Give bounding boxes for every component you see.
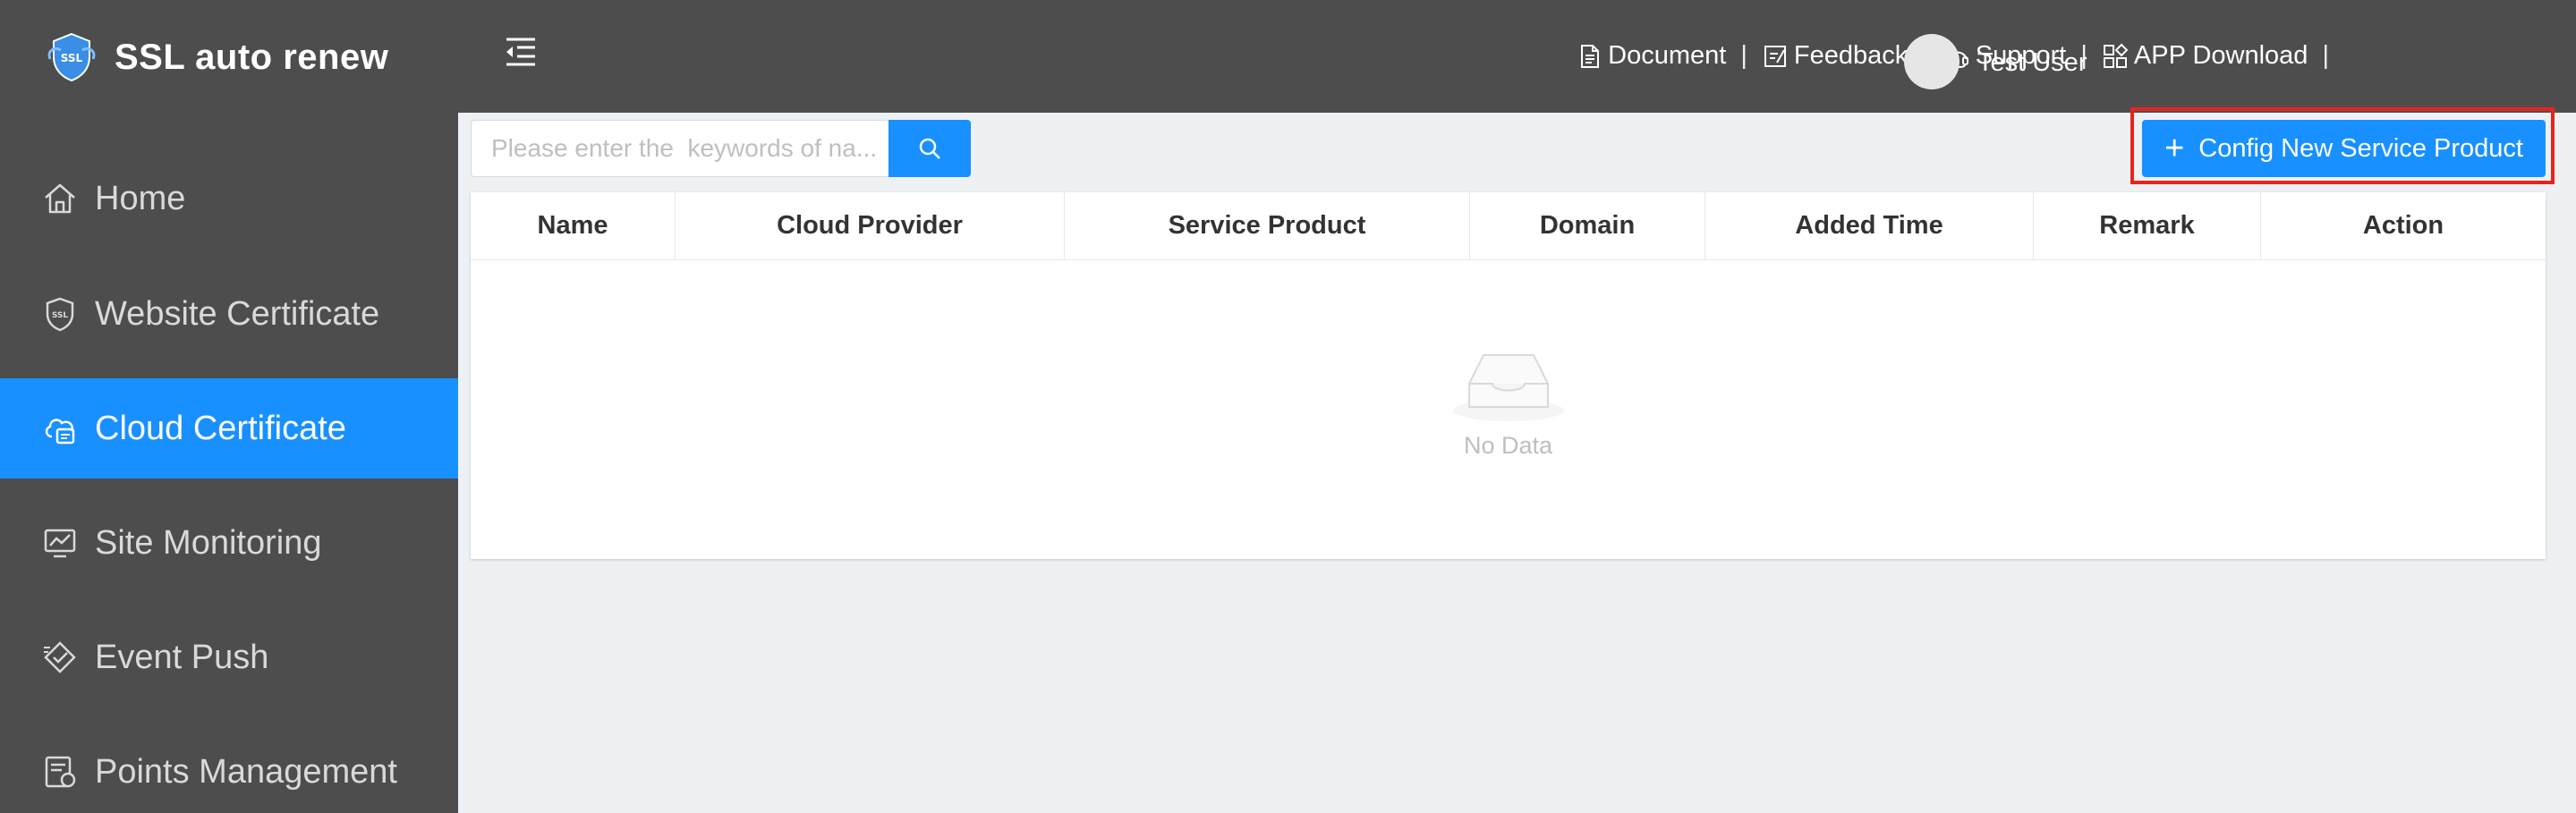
feedback-icon [1764, 45, 1786, 67]
app-download-link[interactable]: APP Download [2102, 41, 2308, 71]
empty-text: No Data [1463, 432, 1553, 459]
points-icon [41, 753, 79, 791]
app-logo[interactable]: SSL SSL auto renew [0, 0, 458, 114]
sidebar-item-label: Event Push [95, 638, 269, 676]
feedback-link[interactable]: Feedback [1762, 41, 1908, 71]
sidebar-item-points-management[interactable]: Points Management [0, 722, 458, 813]
column-header-added-time: Added Time [1705, 192, 2034, 259]
empty-inbox-icon [1452, 354, 1564, 421]
search-input[interactable] [471, 120, 889, 177]
sidebar-item-site-monitoring[interactable]: Site Monitoring [0, 493, 458, 593]
event-push-icon [41, 639, 79, 676]
empty-state: No Data [471, 344, 2546, 460]
header-separator: | [2322, 41, 2329, 70]
column-header-service-product: Service Product [1065, 192, 1470, 259]
document-icon [1581, 44, 1600, 68]
sidebar-item-website-certificate[interactable]: SSL Website Certificate [0, 264, 458, 364]
home-icon [41, 180, 79, 217]
user-name[interactable]: Test User [1977, 48, 2087, 78]
avatar[interactable] [1904, 34, 1960, 89]
sidebar-item-event-push[interactable]: Event Push [0, 607, 458, 707]
collapse-menu-icon[interactable] [501, 32, 540, 72]
monitor-chart-icon [41, 524, 79, 562]
column-header-name: Name [471, 192, 676, 259]
sidebar-item-label: Site Monitoring [95, 523, 322, 562]
header-separator: | [1740, 41, 1747, 70]
search-icon [919, 138, 940, 159]
config-new-service-product-button[interactable]: + Config New Service Product [2142, 120, 2546, 177]
app-title: SSL auto renew [115, 37, 389, 77]
service-product-table: Name Cloud Provider Service Product Doma… [471, 192, 2546, 559]
sidebar: SSL SSL auto renew Home SSL Website Cert… [0, 0, 458, 813]
column-header-domain: Domain [1470, 192, 1705, 259]
header-links: Document | Feedback | Support | APP Down… [1576, 41, 2343, 71]
top-header: Document | Feedback | Support | APP Down… [458, 0, 2576, 113]
sidebar-item-cloud-certificate[interactable]: Cloud Certificate [0, 378, 458, 478]
ssl-logo-icon: SSL [47, 32, 96, 82]
plus-icon: + [2164, 130, 2185, 167]
sidebar-item-label: Points Management [95, 752, 397, 791]
cloud-certificate-icon [41, 410, 79, 447]
table-header: Name Cloud Provider Service Product Doma… [471, 192, 2546, 260]
apps-icon [2103, 43, 2129, 68]
document-link[interactable]: Document [1576, 41, 1726, 71]
ssl-shield-icon: SSL [41, 295, 79, 333]
config-button-label: Config New Service Product [2198, 133, 2523, 163]
search-button[interactable] [888, 120, 971, 177]
sidebar-item-home[interactable]: Home [0, 148, 458, 249]
column-header-action: Action [2362, 211, 2444, 240]
sidebar-item-label: Home [95, 179, 186, 217]
svg-text:SSL: SSL [52, 311, 69, 320]
column-header-cloud-provider: Cloud Provider [676, 192, 1065, 259]
sidebar-item-label: Cloud Certificate [95, 409, 346, 447]
sidebar-item-label: Website Certificate [95, 294, 380, 333]
column-header-remark: Remark [2034, 192, 2261, 259]
svg-text:SSL: SSL [61, 52, 83, 64]
